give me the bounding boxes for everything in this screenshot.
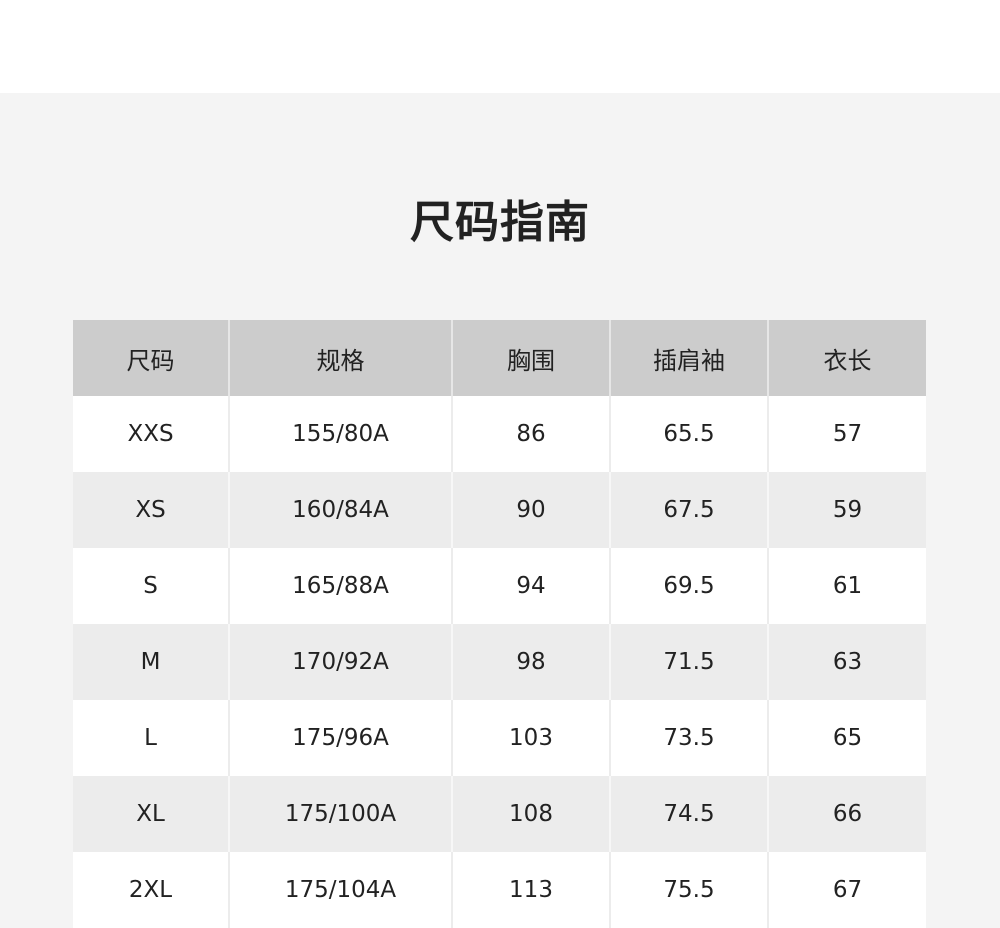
cell-size: S — [73, 548, 230, 624]
cell-spec: 170/92A — [229, 624, 453, 700]
cell-size: L — [73, 700, 230, 776]
table-row: 2XL 175/104A 113 75.5 67 — [73, 852, 926, 928]
cell-length: 63 — [768, 624, 926, 700]
cell-spec: 175/104A — [229, 852, 453, 928]
cell-raglan-sleeve: 71.5 — [610, 624, 769, 700]
cell-chest: 113 — [452, 852, 611, 928]
cell-spec: 155/80A — [229, 396, 453, 472]
table-row: XL 175/100A 108 74.5 66 — [73, 776, 926, 852]
table-row: XS 160/84A 90 67.5 59 — [73, 472, 926, 548]
cell-spec: 160/84A — [229, 472, 453, 548]
page-title: 尺码指南 — [410, 197, 590, 248]
table-row: M 170/92A 98 71.5 63 — [73, 624, 926, 700]
cell-chest: 86 — [452, 396, 611, 472]
cell-raglan-sleeve: 67.5 — [610, 472, 769, 548]
top-band — [0, 0, 1000, 93]
header-length: 衣长 — [768, 320, 926, 396]
cell-spec: 165/88A — [229, 548, 453, 624]
table-row: L 175/96A 103 73.5 65 — [73, 700, 926, 776]
table-row: S 165/88A 94 69.5 61 — [73, 548, 926, 624]
cell-length: 61 — [768, 548, 926, 624]
table-row: XXS 155/80A 86 65.5 57 — [73, 396, 926, 472]
cell-length: 57 — [768, 396, 926, 472]
cell-chest: 98 — [452, 624, 611, 700]
cell-size: XS — [73, 472, 230, 548]
cell-chest: 90 — [452, 472, 611, 548]
cell-raglan-sleeve: 74.5 — [610, 776, 769, 852]
cell-chest: 108 — [452, 776, 611, 852]
table-header-row: 尺码 规格 胸围 插肩袖 衣长 — [73, 320, 926, 396]
cell-chest: 94 — [452, 548, 611, 624]
cell-length: 65 — [768, 700, 926, 776]
cell-length: 67 — [768, 852, 926, 928]
cell-raglan-sleeve: 69.5 — [610, 548, 769, 624]
header-chest: 胸围 — [452, 320, 611, 396]
size-table: 尺码 规格 胸围 插肩袖 衣长 XXS 155/80A 86 65.5 57 X… — [73, 320, 926, 928]
cell-size: M — [73, 624, 230, 700]
cell-size: 2XL — [73, 852, 230, 928]
cell-raglan-sleeve: 65.5 — [610, 396, 769, 472]
cell-spec: 175/96A — [229, 700, 453, 776]
cell-length: 59 — [768, 472, 926, 548]
cell-size: XXS — [73, 396, 230, 472]
cell-spec: 175/100A — [229, 776, 453, 852]
cell-chest: 103 — [452, 700, 611, 776]
size-guide-panel: 尺码指南 尺码 规格 胸围 插肩袖 衣长 XXS 155/80A 86 65.5 — [0, 93, 1000, 928]
cell-raglan-sleeve: 73.5 — [610, 700, 769, 776]
cell-length: 66 — [768, 776, 926, 852]
header-size: 尺码 — [73, 320, 230, 396]
header-raglan-sleeve: 插肩袖 — [610, 320, 769, 396]
cell-size: XL — [73, 776, 230, 852]
header-spec: 规格 — [229, 320, 453, 396]
cell-raglan-sleeve: 75.5 — [610, 852, 769, 928]
